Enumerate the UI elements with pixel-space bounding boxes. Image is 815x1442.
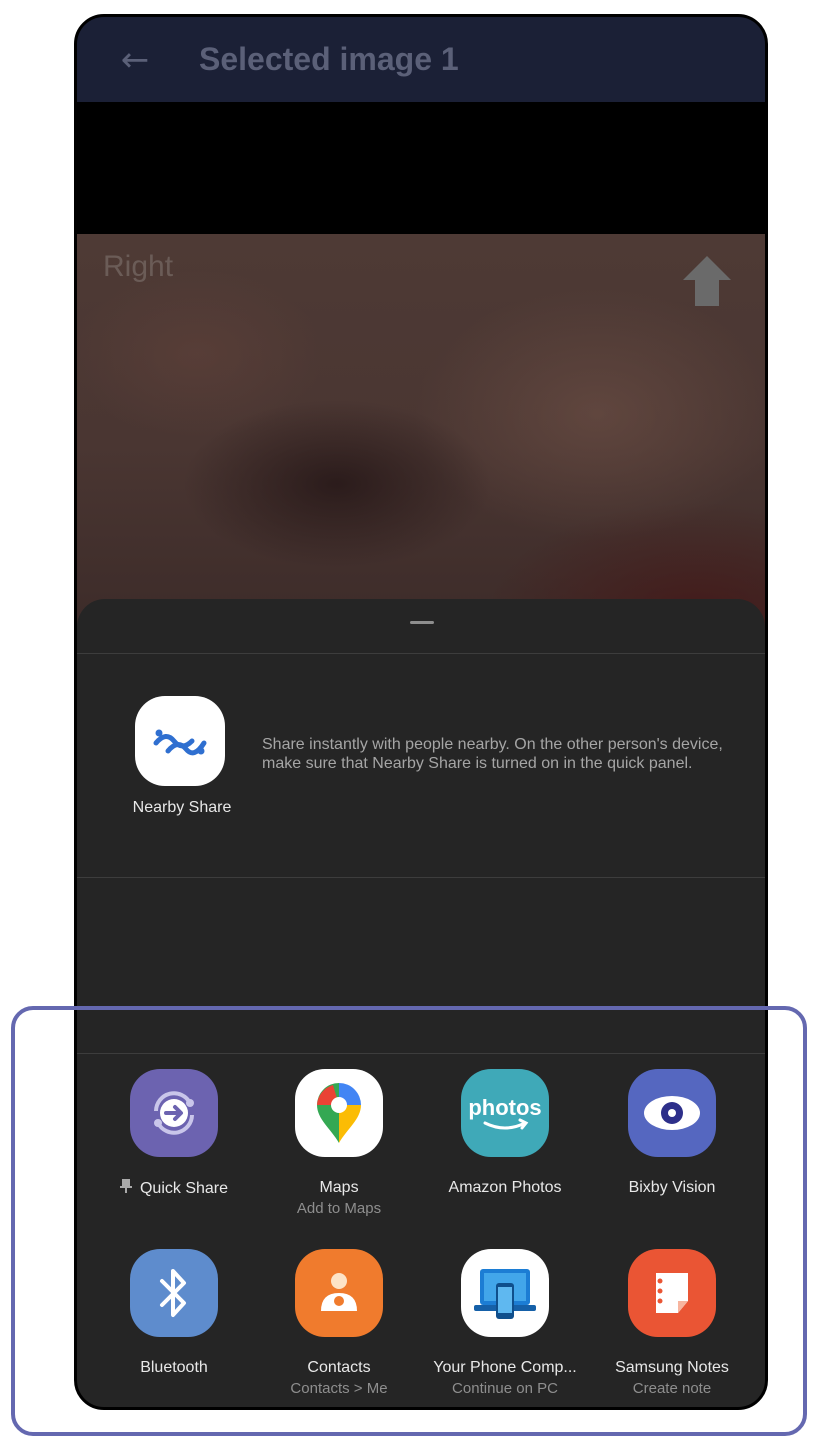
up-arrow-icon[interactable] xyxy=(683,256,731,306)
eye-image: Right xyxy=(77,234,765,654)
apps-highlight-frame xyxy=(11,1006,807,1436)
page-title: Selected image 1 xyxy=(199,41,459,77)
image-top-band xyxy=(77,102,765,234)
eye-side-label: Right xyxy=(103,250,174,283)
divider xyxy=(77,653,765,654)
nearby-share-description: Share instantly with people nearby. On t… xyxy=(262,736,723,772)
nearby-share-icon xyxy=(153,729,207,756)
divider xyxy=(77,877,765,878)
sheet-drag-handle[interactable] xyxy=(410,621,434,624)
back-arrow-icon[interactable]: ← xyxy=(105,30,165,90)
nearby-share-label: Nearby Share xyxy=(132,799,232,816)
app-bar: ← Selected image 1 xyxy=(77,17,765,102)
nearby-share-button[interactable] xyxy=(135,696,225,786)
